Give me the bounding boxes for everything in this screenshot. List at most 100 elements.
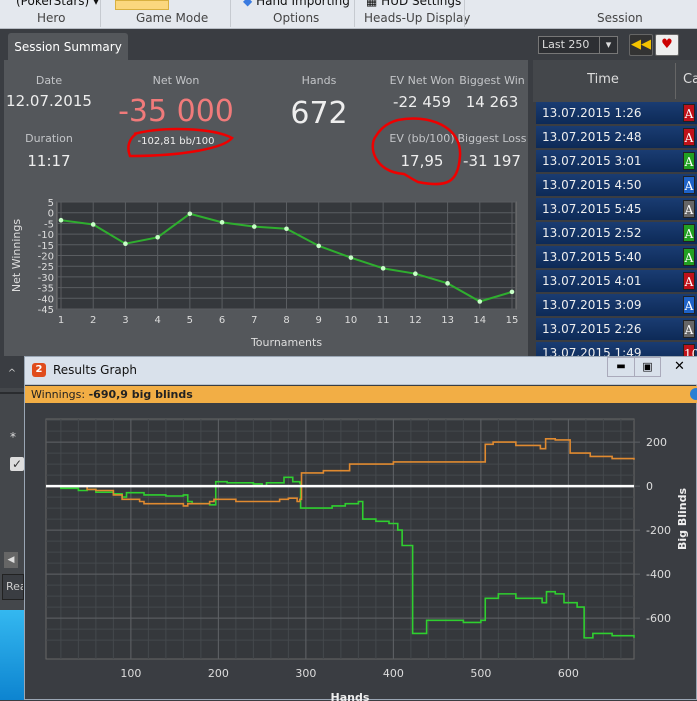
winnings-label: Winnings: bbox=[31, 388, 86, 401]
group-label-hud: Heads-Up Display bbox=[364, 11, 471, 25]
star-marker: * bbox=[10, 430, 16, 444]
collapse-icon[interactable]: ^ bbox=[0, 360, 24, 388]
session-row[interactable]: 13.07.2015 5:45 A bbox=[536, 198, 697, 220]
x-tick-label: 500 bbox=[470, 667, 491, 680]
session-time: 13.07.2015 2:52 bbox=[542, 226, 642, 240]
x-tick-label: 8 bbox=[283, 315, 289, 326]
card-badge: A bbox=[683, 176, 695, 194]
ribbon: (PokerStars) ▾ ◆ Hand Importing ▦ HUD Se… bbox=[0, 0, 697, 29]
chevron-down-icon: ▾ bbox=[599, 37, 617, 53]
checkbox[interactable]: ✓ bbox=[10, 457, 24, 471]
x-tick-label: 4 bbox=[154, 315, 160, 326]
y-tick-label: -200 bbox=[646, 524, 671, 537]
hud-icon: ▦ bbox=[366, 0, 378, 8]
divider bbox=[464, 0, 465, 27]
maximize-button[interactable]: ▣ bbox=[634, 357, 661, 377]
app-logo-icon: 2 bbox=[32, 363, 46, 377]
data-point bbox=[348, 255, 354, 260]
sessions-table-header: Time Ca bbox=[533, 60, 697, 102]
card-badge: A bbox=[683, 296, 695, 314]
data-point bbox=[509, 289, 515, 295]
net-winnings-chart: 50-5-10-15-20-25-30-35-40-451 2 3 4 5 6 7 8 9 10 1… bbox=[10, 198, 519, 349]
ev-net-won-label: EV Net Won bbox=[389, 74, 455, 87]
session-summary-panel: Date 12.07.2015 Duration 11:17 Net Won -… bbox=[4, 60, 528, 356]
date-label: Date bbox=[35, 74, 63, 87]
card-badge: A bbox=[683, 152, 695, 170]
group-label-game-mode: Game Mode bbox=[136, 11, 209, 25]
session-row[interactable]: 13.07.2015 5:40 A bbox=[536, 246, 697, 268]
y-tick-label: -35 bbox=[38, 284, 54, 295]
session-row[interactable]: 13.07.2015 2:26 A bbox=[536, 318, 697, 340]
data-point bbox=[413, 271, 418, 276]
minimize-button[interactable]: ▬ bbox=[607, 357, 635, 377]
session-row[interactable]: 13.07.2015 4:50 A bbox=[536, 174, 697, 196]
session-row[interactable]: 13.07.2015 1:26 A bbox=[536, 102, 697, 124]
y-tick-label: 200 bbox=[646, 436, 667, 449]
x-tick-label: 11 bbox=[377, 315, 390, 326]
y-tick-label: -40 bbox=[38, 294, 54, 305]
session-time: 13.07.2015 2:48 bbox=[542, 130, 642, 144]
close-button[interactable]: ✕ bbox=[661, 357, 697, 377]
tab-session-summary[interactable]: Session Summary bbox=[8, 33, 128, 61]
hero-selector[interactable]: (PokerStars) ▾ bbox=[16, 0, 99, 8]
info-icon[interactable] bbox=[690, 388, 697, 400]
minimize-icon: ▬ bbox=[616, 361, 626, 372]
session-row[interactable]: 13.07.2015 3:01 A bbox=[536, 150, 697, 172]
x-tick-label: 12 bbox=[409, 315, 422, 326]
session-time: 13.07.2015 2:26 bbox=[542, 322, 642, 336]
y-tick-label: 0 bbox=[48, 209, 54, 220]
date-value: 12.07.2015 bbox=[6, 92, 92, 110]
divider bbox=[230, 0, 231, 27]
data-point bbox=[219, 220, 225, 225]
hud-settings-button[interactable]: ▦ HUD Settings bbox=[366, 0, 461, 8]
session-row[interactable]: 13.07.2015 2:48 A bbox=[536, 126, 697, 148]
y-tick-label: -45 bbox=[38, 305, 54, 316]
card-badge: A bbox=[683, 224, 695, 242]
maximize-icon: ▣ bbox=[642, 360, 653, 373]
session-row[interactable]: 13.07.2015 2:52 A bbox=[536, 222, 697, 244]
x-tick-label: 200 bbox=[208, 667, 229, 680]
x-tick-label: 3 bbox=[122, 315, 128, 326]
column-header-time[interactable]: Time bbox=[533, 72, 673, 87]
y-tick-label: -15 bbox=[38, 241, 54, 252]
session-filter-dropdown[interactable]: Last 250 ▾ bbox=[538, 36, 618, 54]
card-badge: A bbox=[683, 248, 695, 266]
data-point bbox=[123, 241, 128, 247]
column-header-cards[interactable]: Ca bbox=[683, 72, 697, 87]
hand-importing-label: Hand Importing bbox=[256, 0, 350, 8]
read-button[interactable]: Rea bbox=[2, 574, 24, 600]
hand-importing-button[interactable]: ◆ Hand Importing bbox=[243, 0, 350, 8]
data-point bbox=[155, 235, 160, 240]
winnings-value: -690,9 big blinds bbox=[88, 388, 193, 401]
x-tick-label: 15 bbox=[506, 315, 519, 326]
x-tick-label: 2 bbox=[90, 315, 96, 326]
session-time: 13.07.2015 3:09 bbox=[542, 298, 642, 312]
cards-button[interactable]: ♥ bbox=[655, 34, 679, 56]
diamond-icon: ◆ bbox=[243, 0, 253, 8]
rewind-button[interactable]: ◀◀ bbox=[629, 34, 653, 56]
winnings-bar: Winnings: -690,9 big blinds bbox=[25, 386, 697, 403]
divider bbox=[100, 0, 101, 27]
session-row[interactable]: 13.07.2015 3:09 A bbox=[536, 294, 697, 316]
group-label-options: Options bbox=[273, 11, 320, 25]
data-point bbox=[187, 211, 193, 217]
data-point bbox=[316, 243, 322, 249]
biggest-loss-value: -31 197 bbox=[463, 152, 521, 170]
biggest-win-label: Biggest Win bbox=[459, 74, 525, 87]
x-tick-label: 10 bbox=[345, 315, 358, 326]
red-annotation-circle bbox=[127, 127, 234, 158]
group-label-session: Session bbox=[597, 11, 643, 25]
session-time: 13.07.2015 5:45 bbox=[542, 202, 642, 216]
y-tick-label: -30 bbox=[38, 273, 54, 284]
session-row[interactable]: 13.07.2015 4:01 A bbox=[536, 270, 697, 292]
scroll-left-button[interactable]: ◀ bbox=[4, 552, 18, 568]
session-time: 13.07.2015 1:26 bbox=[542, 106, 642, 120]
x-axis-title: Tournaments bbox=[250, 336, 322, 349]
results-graph-chart: 2000-200-400-600100 200 300 400 500 600HandsB… bbox=[45, 418, 689, 701]
hud-settings-label: HUD Settings bbox=[381, 0, 462, 8]
data-point bbox=[380, 266, 386, 271]
y-tick-label: -5 bbox=[44, 219, 54, 230]
game-mode-selector[interactable] bbox=[115, 0, 169, 10]
close-icon: ✕ bbox=[674, 359, 685, 374]
window-titlebar: 2 Results Graph ▬ ▣ ✕ bbox=[25, 357, 697, 385]
